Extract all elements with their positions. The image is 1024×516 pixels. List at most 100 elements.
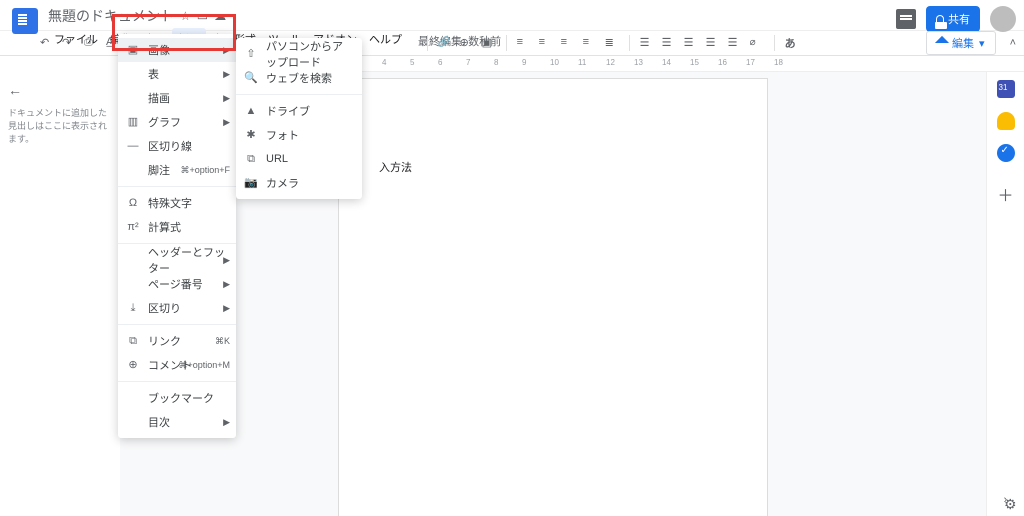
insert-comment-icon[interactable] [460, 36, 474, 50]
align-center-icon[interactable] [539, 36, 553, 50]
insert-menu-chart[interactable]: ▥ グラフ ▶ [118, 110, 236, 134]
insert-menu-equation[interactable]: π² 計算式 [118, 215, 236, 239]
image-photos-label: フォト [266, 127, 352, 143]
headerfooter-icon [126, 253, 140, 267]
calendar-addon-icon[interactable] [997, 80, 1015, 98]
input-tools-icon[interactable]: あ [785, 35, 796, 51]
insert-menu-table-label: 表 [148, 66, 226, 82]
insert-menu-bookmark[interactable]: ブックマーク [118, 386, 236, 410]
outline-back-icon[interactable]: ← [8, 82, 112, 98]
footnote-icon [126, 163, 140, 177]
insert-link-icon[interactable] [438, 36, 452, 50]
image-search-web[interactable]: 🔍 ウェブを検索 [236, 66, 362, 90]
insert-menu-table[interactable]: 表 ▶ [118, 62, 236, 86]
editing-mode-select[interactable]: 編集 ▾ [926, 31, 996, 55]
checklist-icon[interactable] [640, 36, 654, 50]
insert-menu-comment[interactable]: ⊕ コメント ⌘+option+M [118, 353, 236, 377]
insert-menu-dropdown: ▣ 画像 ▶ 表 ▶ 描画 ▶ ▥ グラフ ▶ — 区切り線 脚注 ⌘+opti… [118, 34, 236, 438]
account-avatar[interactable] [990, 6, 1016, 32]
insert-menu-drawing[interactable]: 描画 ▶ [118, 86, 236, 110]
bulleted-list-icon[interactable] [662, 36, 676, 50]
insert-menu-headerfooter[interactable]: ヘッダーとフッター ▶ [118, 248, 236, 272]
align-right-icon[interactable] [561, 36, 575, 50]
image-drive[interactable]: ▲ ドライブ [236, 99, 362, 123]
image-url[interactable]: ⧉ URL [236, 147, 362, 171]
insert-menu-toc[interactable]: 目次 ▶ [118, 410, 236, 434]
insert-menu-hr[interactable]: — 区切り線 [118, 134, 236, 158]
page-text: 入方法 [379, 159, 727, 175]
redo-icon[interactable] [62, 36, 76, 50]
move-folder-icon[interactable]: ▭ [197, 9, 208, 23]
pagenum-icon [126, 277, 140, 291]
submenu-arrow-icon: ▶ [223, 303, 230, 314]
submenu-arrow-icon: ▶ [223, 279, 230, 290]
bookmark-icon [126, 391, 140, 405]
image-url-label: URL [266, 153, 352, 165]
image-drive-label: ドライブ [266, 103, 352, 119]
upload-icon: ⇧ [244, 47, 258, 61]
hr-icon: — [126, 139, 140, 153]
image-submenu: ⇧ パソコンからアップロード 🔍 ウェブを検索 ▲ ドライブ ✱ フォト ⧉ U… [236, 38, 362, 199]
insert-menu-image[interactable]: ▣ 画像 ▶ [118, 38, 236, 62]
link-shortcut: ⌘K [215, 336, 230, 347]
share-label: 共有 [948, 11, 970, 27]
ruler-tick: 4 [382, 58, 386, 67]
toolbar-chevron-up-icon[interactable]: ˄ [1010, 37, 1016, 49]
separator [427, 35, 428, 51]
insert-menu-chart-label: グラフ [148, 114, 226, 130]
url-icon: ⧉ [244, 152, 258, 166]
undo-icon[interactable] [40, 36, 54, 50]
insert-menu-break[interactable]: ⤓ 区切り ▶ [118, 296, 236, 320]
line-spacing-icon[interactable] [605, 36, 619, 50]
numbered-list-icon[interactable] [684, 36, 698, 50]
menu-help[interactable]: ヘルプ [363, 28, 408, 50]
star-icon[interactable]: ☆ [180, 9, 191, 23]
explore-button[interactable] [1004, 496, 1018, 510]
image-photos[interactable]: ✱ フォト [236, 123, 362, 147]
insert-image-icon[interactable] [482, 36, 496, 50]
ruler-tick: 11 [578, 58, 586, 67]
align-icon[interactable] [517, 36, 531, 50]
document-title[interactable]: 無題のドキュメント [48, 6, 174, 26]
image-camera[interactable]: 📷 カメラ [236, 171, 362, 195]
submenu-arrow-icon: ▶ [223, 117, 230, 128]
comment-history-icon[interactable] [896, 9, 916, 29]
ruler-tick: 10 [550, 58, 559, 67]
insert-menu-special[interactable]: Ω 特殊文字 [118, 191, 236, 215]
indent-decrease-icon[interactable] [706, 36, 720, 50]
separator [774, 35, 775, 51]
photos-icon: ✱ [244, 128, 258, 142]
submenu-arrow-icon: ▶ [223, 69, 230, 80]
insert-menu-pagenum[interactable]: ページ番号 ▶ [118, 272, 236, 296]
special-char-icon: Ω [126, 196, 140, 210]
submenu-arrow-icon: ▶ [223, 417, 230, 428]
tasks-addon-icon[interactable] [997, 144, 1015, 162]
insert-menu-footnote[interactable]: 脚注 ⌘+option+F [118, 158, 236, 182]
outline-panel: ← ドキュメントに追加した見出しはここに表示されます。 [0, 72, 120, 516]
submenu-arrow-icon: ▶ [223, 93, 230, 104]
print-icon[interactable] [84, 36, 98, 50]
insert-menu-image-label: 画像 [148, 42, 226, 58]
document-page[interactable]: 入方法 [338, 78, 768, 516]
addons-plus-icon[interactable]: ＋ [997, 182, 1013, 206]
horizontal-ruler[interactable]: 1 2 3 4 5 6 7 8 9 10 11 12 13 14 15 16 1… [260, 56, 1024, 72]
title-bar: 無題のドキュメント ☆ ▭ ☁ ファイル 編集 表示 挿入 表示形式 ツール ア… [0, 0, 1024, 30]
insert-menu-hr-label: 区切り線 [148, 138, 226, 154]
indent-increase-icon[interactable] [728, 36, 742, 50]
image-upload[interactable]: ⇧ パソコンからアップロード [236, 42, 362, 66]
docs-app-icon[interactable] [12, 8, 38, 34]
clear-format-icon[interactable] [750, 36, 764, 50]
lock-icon [936, 15, 944, 23]
link-icon: ⧉ [126, 334, 140, 348]
side-panel: ＋ › [986, 72, 1024, 516]
comment-shortcut: ⌘+option+M [178, 360, 230, 371]
ruler-tick: 6 [438, 58, 442, 67]
insert-menu-drawing-label: 描画 [148, 90, 226, 106]
search-icon: 🔍 [244, 71, 258, 85]
align-justify-icon[interactable] [583, 36, 597, 50]
keep-addon-icon[interactable] [997, 112, 1015, 130]
insert-menu-link[interactable]: ⧉ リンク ⌘K [118, 329, 236, 353]
ruler-tick: 13 [634, 58, 643, 67]
share-button[interactable]: 共有 [926, 6, 980, 32]
image-icon: ▣ [126, 43, 140, 57]
